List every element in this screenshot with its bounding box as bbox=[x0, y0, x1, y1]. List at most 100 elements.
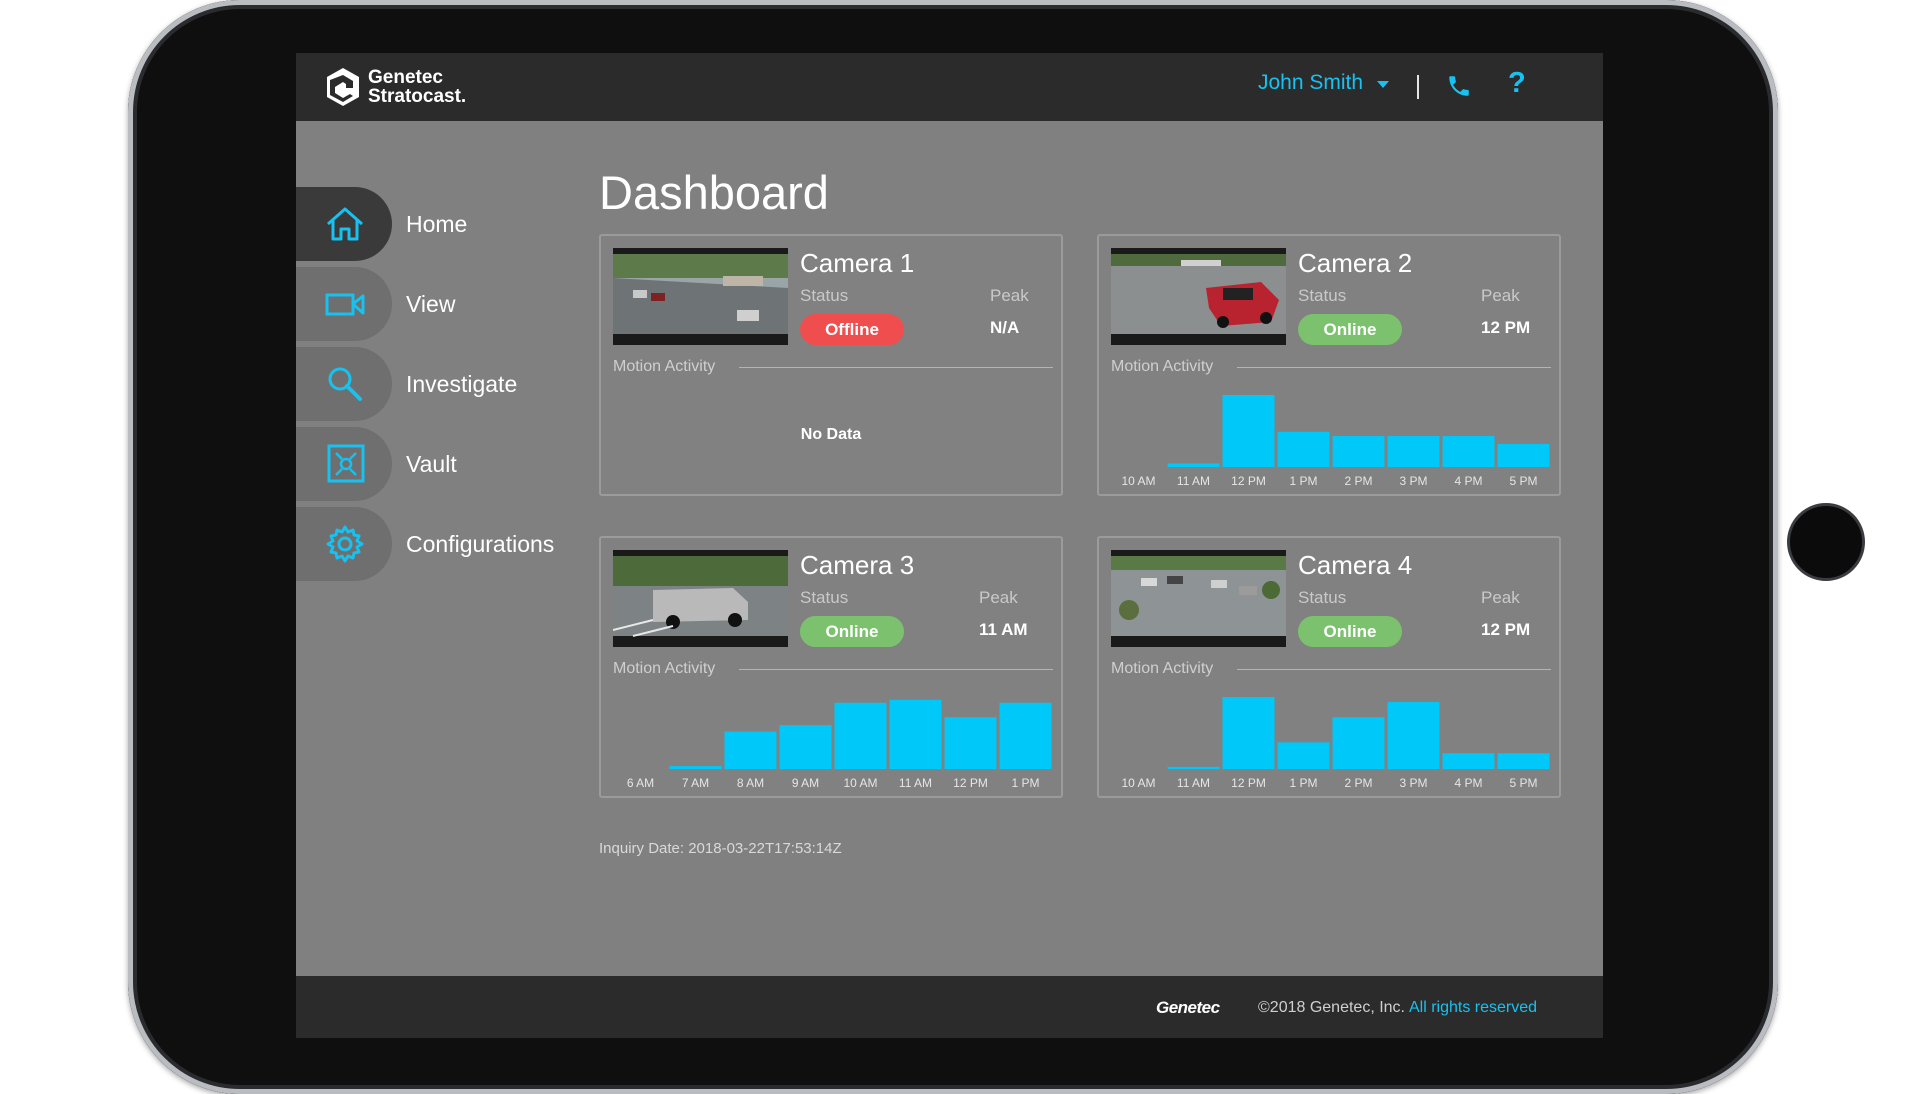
chart-bar bbox=[944, 717, 997, 769]
chart-bar bbox=[1497, 753, 1550, 769]
vault-icon bbox=[327, 444, 365, 483]
motion-divider bbox=[739, 367, 1053, 368]
camera-thumbnail[interactable] bbox=[613, 550, 788, 647]
chart-bar bbox=[999, 702, 1052, 769]
top-bar: Genetec Stratocast. John Smith ? bbox=[296, 53, 1603, 121]
chart-tick-label: 1 PM bbox=[1011, 776, 1039, 790]
chart-tick-label: 5 PM bbox=[1509, 776, 1537, 790]
chart-tick-label: 1 PM bbox=[1289, 474, 1317, 488]
peak-value: 12 PM bbox=[1481, 620, 1531, 639]
sidebar-item-label: Vault bbox=[406, 451, 457, 477]
motion-divider bbox=[1237, 669, 1551, 670]
gear-icon bbox=[326, 525, 364, 563]
chevron-down-icon bbox=[1377, 80, 1390, 88]
chart-tick-label: 9 AM bbox=[792, 776, 819, 790]
home-icon bbox=[327, 207, 363, 241]
chart-tick-label: 10 AM bbox=[1121, 474, 1155, 488]
chart-bar bbox=[724, 731, 777, 769]
brand-logo[interactable]: Genetec Stratocast. bbox=[324, 66, 466, 108]
chart-bar bbox=[1222, 697, 1275, 769]
chart-tick-label: 2 PM bbox=[1344, 776, 1372, 790]
chart-bar bbox=[1442, 436, 1495, 467]
camera-thumbnail[interactable] bbox=[1111, 550, 1286, 647]
home-hardware-button[interactable] bbox=[1787, 503, 1865, 581]
brand-name: Genetec bbox=[368, 67, 443, 88]
peak-label: Peak bbox=[1481, 588, 1520, 607]
chart-bar bbox=[889, 699, 942, 769]
motion-activity-chart: 10 AM 11 AM 12 PM 1 PM 2 PM 3 PM 4 PM 5 PM bbox=[1121, 395, 1550, 488]
motion-activity-label: Motion Activity bbox=[613, 358, 716, 375]
chart-tick-label: 12 PM bbox=[1231, 474, 1266, 488]
status-label: Status bbox=[800, 588, 849, 607]
sidebar-item-vault[interactable]: Vault bbox=[296, 427, 586, 501]
camera-thumbnail[interactable] bbox=[613, 248, 788, 345]
video-camera-icon bbox=[325, 293, 365, 316]
status-badge: Online bbox=[1298, 616, 1402, 647]
camera-name: Camera 4 bbox=[1298, 550, 1413, 580]
chart-tick-label: 10 AM bbox=[1121, 776, 1155, 790]
chart-bar bbox=[1387, 702, 1440, 769]
chart-tick-label: 6 AM bbox=[627, 776, 654, 790]
chart-tick-label: 12 PM bbox=[953, 776, 988, 790]
chart-bar bbox=[1167, 766, 1220, 769]
genetec-logo-icon bbox=[327, 68, 359, 106]
sidebar-item-investigate[interactable]: Investigate bbox=[296, 347, 586, 421]
user-menu[interactable]: John Smith bbox=[1258, 71, 1390, 95]
status-badge: Online bbox=[800, 616, 904, 647]
chart-tick-label: 3 PM bbox=[1399, 474, 1427, 488]
footer: Genetec ©2018 Genetec, Inc. All rights r… bbox=[296, 976, 1603, 1038]
chart-bar bbox=[1167, 463, 1220, 467]
motion-activity-label: Motion Activity bbox=[1111, 358, 1214, 375]
chart-bar bbox=[1442, 753, 1495, 769]
peak-label: Peak bbox=[1481, 286, 1520, 305]
camera-card-2[interactable]: Camera 2 Status Peak Online 12 PM Motion… bbox=[1097, 234, 1561, 496]
peak-value: 12 PM bbox=[1481, 318, 1531, 337]
rights-link[interactable]: All rights reserved bbox=[1409, 999, 1537, 1017]
chart-tick-label: 11 AM bbox=[1177, 776, 1210, 790]
chart-tick-label: 10 AM bbox=[843, 776, 877, 790]
chart-tick-label: 7 AM bbox=[682, 776, 709, 790]
sidebar-item-view[interactable]: View bbox=[296, 267, 586, 341]
camera-card-4[interactable]: Camera 4 Status Peak Online 12 PM Motion… bbox=[1097, 536, 1561, 798]
camera-name: Camera 1 bbox=[800, 248, 915, 278]
chart-tick-label: 3 PM bbox=[1399, 776, 1427, 790]
peak-label: Peak bbox=[990, 286, 1029, 305]
chart-bar bbox=[1497, 443, 1550, 467]
chart-tick-label: 1 PM bbox=[1289, 776, 1317, 790]
camera-card-1[interactable]: Camera 1 Status Peak Offline N/A Motion … bbox=[599, 234, 1063, 496]
inquiry-date: Inquiry Date: 2018-03-22T17:53:14Z bbox=[599, 840, 842, 857]
status-label: Status bbox=[1298, 286, 1347, 305]
phone-icon[interactable] bbox=[1446, 73, 1472, 99]
sidebar-item-home[interactable]: Home bbox=[296, 187, 586, 261]
app-screen: Genetec Stratocast. John Smith ? Home Vi… bbox=[296, 53, 1603, 1038]
sidebar-item-label: Configurations bbox=[406, 531, 555, 557]
sidebar-item-label: Investigate bbox=[406, 371, 518, 397]
sidebar-item-configurations[interactable]: Configurations bbox=[296, 507, 586, 581]
motion-divider bbox=[1237, 367, 1551, 368]
peak-label: Peak bbox=[979, 588, 1018, 607]
sidebar-item-label: Home bbox=[406, 211, 468, 237]
motion-divider bbox=[739, 669, 1053, 670]
chart-bar bbox=[834, 702, 887, 769]
motion-activity-chart: 10 AM 11 AM 12 PM 1 PM 2 PM 3 PM 4 PM 5 PM bbox=[1121, 697, 1550, 790]
copyright-text: ©2018 Genetec, Inc. bbox=[1258, 999, 1405, 1016]
chart-bar bbox=[1222, 395, 1275, 467]
status-badge: Offline bbox=[800, 314, 904, 345]
sidebar-item-label: View bbox=[406, 291, 456, 317]
camera-thumbnail[interactable] bbox=[1111, 248, 1286, 345]
chart-tick-label: 4 PM bbox=[1454, 776, 1482, 790]
product-name: Stratocast. bbox=[368, 86, 467, 107]
chart-bar bbox=[669, 766, 722, 769]
status-badge: Online bbox=[1298, 314, 1402, 345]
chart-tick-label: 11 AM bbox=[899, 776, 932, 790]
header-divider bbox=[1417, 75, 1419, 99]
status-label: Status bbox=[1298, 588, 1347, 607]
chart-bar bbox=[779, 725, 832, 769]
chart-bar bbox=[1387, 436, 1440, 467]
footer-logo: Genetec bbox=[1156, 998, 1220, 1017]
chart-bar bbox=[1332, 717, 1385, 769]
camera-card-3[interactable]: Camera 3 Status Peak Online 11 AM Motion… bbox=[599, 536, 1063, 798]
help-icon[interactable]: ? bbox=[1508, 67, 1526, 100]
chart-bar bbox=[1277, 431, 1330, 467]
chart-tick-label: 12 PM bbox=[1231, 776, 1266, 790]
